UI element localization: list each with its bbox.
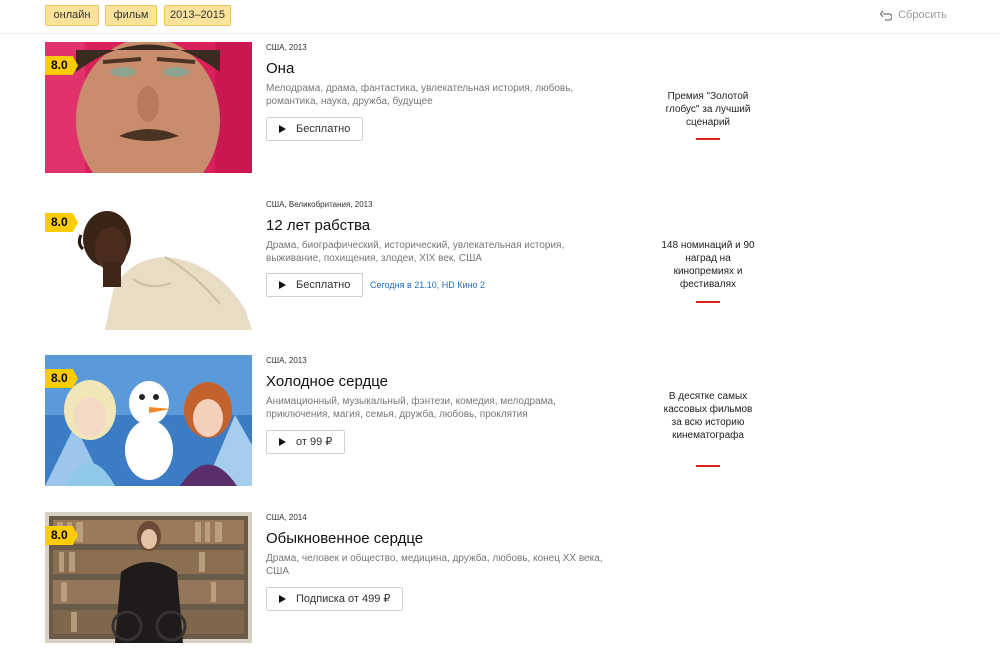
award-underline (696, 301, 720, 303)
watch-button[interactable]: Бесплатно (266, 117, 364, 141)
watch-button[interactable]: Подписка от 499 ₽ (266, 587, 404, 611)
filter-chip-online[interactable]: онлайн (45, 5, 99, 26)
movie-title[interactable]: 12 лет рабства (266, 217, 370, 234)
award-text: 148 номинаций и 90 наград на кинопремиях… (661, 240, 755, 290)
award-text: В десятке самых кассовых фильмов за всю … (663, 391, 753, 441)
movie-genres: Анимационный, музыкальный, фэнтези, коме… (266, 396, 556, 420)
movie-card: 8.0 США, Великобритания, 2013 12 лет раб… (0, 199, 1000, 330)
movie-card: 8.0 США, 2014 Обыкновенное сердце Драма,… (0, 512, 1000, 643)
rating-badge: 8.0 (45, 526, 78, 545)
watch-button-label: Бесплатно (296, 279, 351, 291)
play-icon (279, 125, 286, 133)
movie-poster[interactable] (45, 42, 252, 173)
movie-meta: США, 2013 (266, 356, 307, 365)
movie-card: 8.0 США, 2013 Она Мелодрама, драма, фант… (0, 42, 1000, 173)
award-underline (696, 465, 720, 467)
movie-title[interactable]: Она (266, 60, 294, 77)
movie-genres: Драма, человек и общество, медицина, дру… (266, 553, 603, 577)
rating-badge: 8.0 (45, 369, 78, 388)
award-text: Премия "Золотой глобус" за лучший сценар… (665, 91, 751, 128)
watch-button-label: Бесплатно (296, 123, 351, 135)
filter-chip-film[interactable]: фильм (105, 5, 157, 26)
watch-button-label: Подписка от 499 ₽ (296, 593, 391, 605)
movie-title[interactable]: Холодное сердце (266, 373, 388, 390)
reset-filters-button[interactable]: Сбросить (880, 9, 947, 21)
movie-meta: США, 2014 (266, 513, 307, 522)
rating-badge: 8.0 (45, 56, 78, 75)
rating-badge: 8.0 (45, 213, 78, 232)
play-icon (279, 438, 286, 446)
movie-poster[interactable] (45, 512, 252, 643)
movie-meta: США, 2013 (266, 43, 307, 52)
movie-card: 8.0 США, 2013 Холодное сердце Анимационн… (0, 355, 1000, 486)
watch-button[interactable]: от 99 ₽ (266, 430, 346, 454)
filter-bar: онлайн фильм 2013–2015 Сбросить (0, 0, 1000, 34)
play-icon (279, 595, 286, 603)
movie-poster[interactable] (45, 355, 252, 486)
watch-button-label: от 99 ₽ (296, 436, 333, 448)
undo-arrow-icon (880, 10, 893, 21)
award-underline (696, 138, 720, 140)
filter-chip-years[interactable]: 2013–2015 (164, 5, 231, 26)
reset-label: Сбросить (898, 9, 947, 21)
movie-genres: Драма, биографический, исторический, увл… (266, 240, 565, 264)
watch-button[interactable]: Бесплатно (266, 273, 364, 297)
tv-schedule-link[interactable]: Сегодня в 21.10, HD Кино 2 (370, 273, 485, 297)
movie-meta: США, Великобритания, 2013 (266, 200, 373, 209)
movie-poster[interactable] (45, 199, 252, 330)
movie-title[interactable]: Обыкновенное сердце (266, 530, 423, 547)
movie-genres: Мелодрама, драма, фантастика, увлекатель… (266, 83, 574, 107)
play-icon (279, 281, 286, 289)
